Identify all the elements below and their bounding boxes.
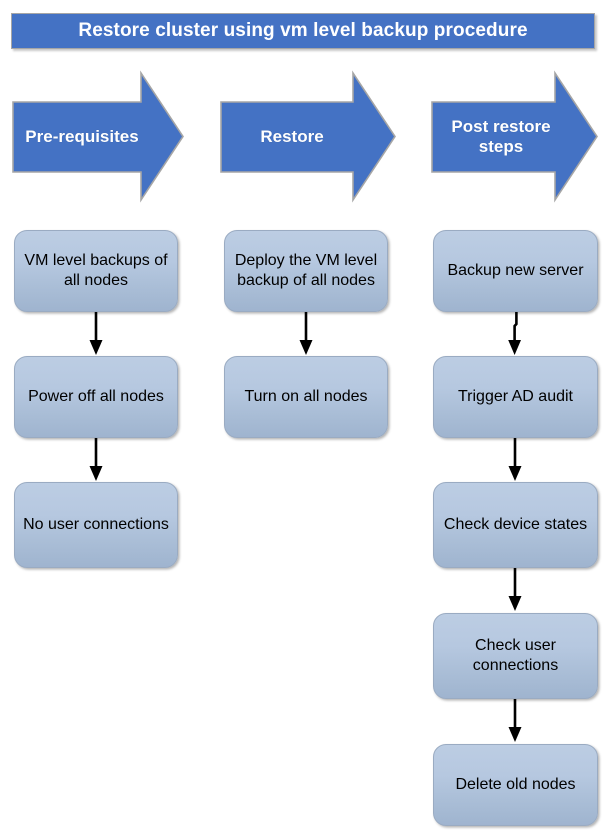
page-title: Restore cluster using vm level backup pr… xyxy=(78,20,528,41)
connector-arrow-c3-s3-s4 xyxy=(507,568,523,612)
connector-arrow-c3-s1-s2 xyxy=(507,312,523,356)
connector-arrow-c3-s2-s3 xyxy=(507,438,523,482)
connector-arrow-c1-s2-s3 xyxy=(88,438,104,482)
right-arrow-icon xyxy=(431,70,598,203)
process-box-turn-on-all-nodes[interactable]: Turn on all nodes xyxy=(224,356,388,438)
process-box-label: Backup new server xyxy=(447,262,584,280)
process-box-no-user-connections[interactable]: No user connections xyxy=(14,482,178,568)
process-box-label: Trigger AD audit xyxy=(457,388,573,406)
process-box-label: Power off all nodes xyxy=(28,388,164,406)
process-box-power-off-all-nodes[interactable]: Power off all nodes xyxy=(14,356,178,438)
process-box-label: Check device states xyxy=(443,516,588,534)
process-box-delete-old-nodes[interactable]: Delete old nodes xyxy=(433,744,598,826)
right-arrow-icon xyxy=(12,70,184,203)
process-box-vm-level-backups[interactable]: VM level backups of all nodes xyxy=(14,230,178,312)
connector-arrow-c1-s1-s2 xyxy=(88,312,104,356)
process-box-check-user-connections[interactable]: Check user connections xyxy=(433,613,598,699)
process-box-label: No user connections xyxy=(23,516,169,534)
process-box-deploy-vm-level-backup[interactable]: Deploy the VM level backup of all nodes xyxy=(224,230,388,312)
stage-arrow-pre-requisites: Pre-requisites xyxy=(12,70,184,203)
process-box-label: Check user connections xyxy=(472,637,559,674)
process-box-label: Turn on all nodes xyxy=(244,388,368,406)
process-box-check-device-states[interactable]: Check device states xyxy=(433,482,598,568)
connector-arrow-c2-s1-s2 xyxy=(298,312,314,356)
process-box-label: VM level backups of all nodes xyxy=(24,252,168,289)
stage-arrow-post-restore-steps: Post restore steps xyxy=(431,70,598,203)
connector-arrow-c3-s4-s5 xyxy=(507,699,523,743)
right-arrow-icon xyxy=(220,70,396,203)
process-box-label: Delete old nodes xyxy=(455,776,576,794)
process-box-trigger-ad-audit[interactable]: Trigger AD audit xyxy=(433,356,598,438)
stage-arrow-restore: Restore xyxy=(220,70,396,203)
process-box-label: Deploy the VM level backup of all nodes xyxy=(234,252,378,289)
process-box-backup-new-server[interactable]: Backup new server xyxy=(433,230,598,312)
page-title-banner: Restore cluster using vm level backup pr… xyxy=(11,13,595,49)
